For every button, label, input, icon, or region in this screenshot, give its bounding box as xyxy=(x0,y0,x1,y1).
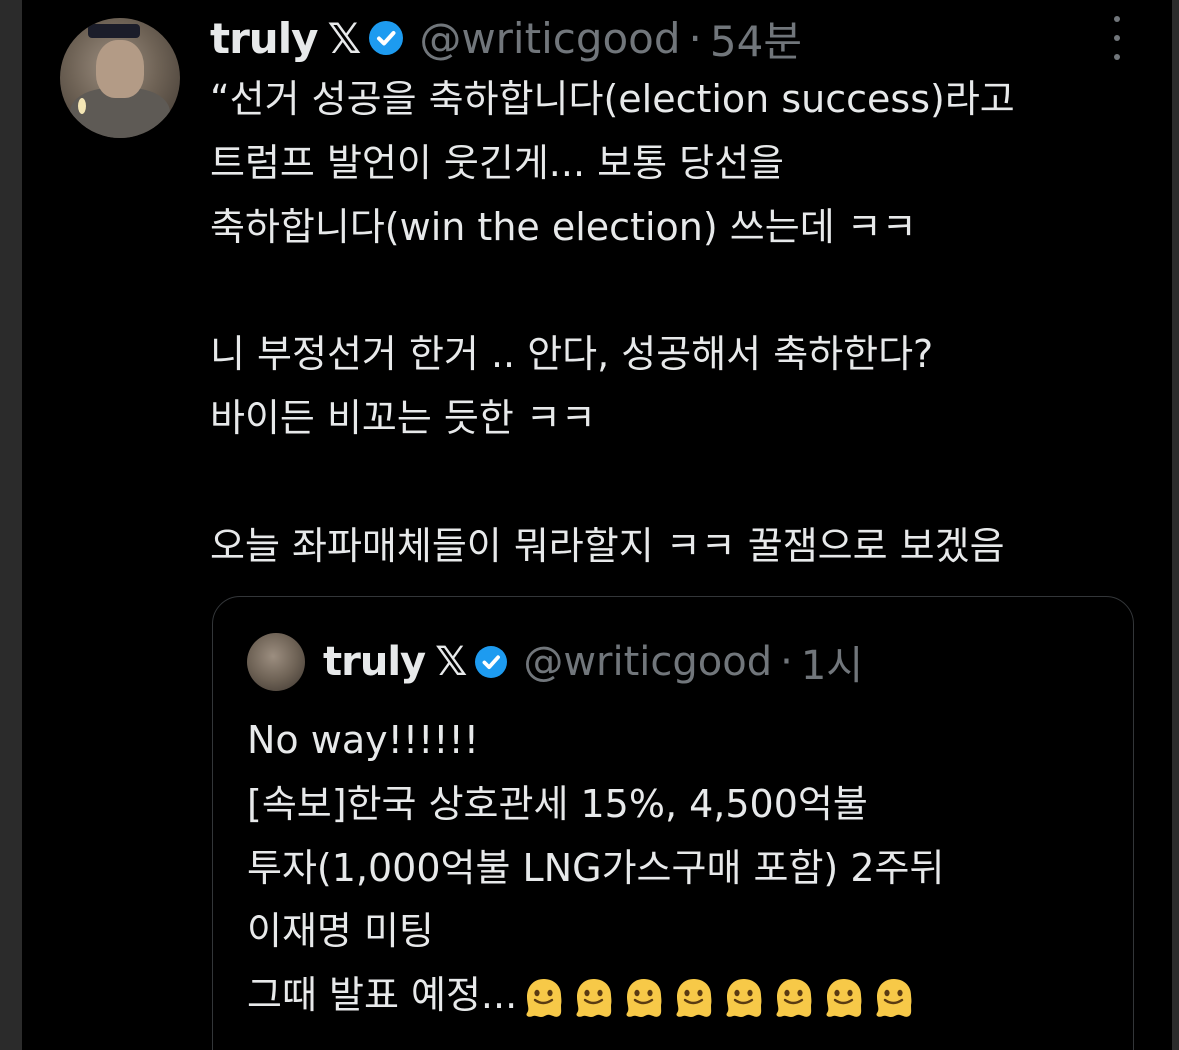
quoted-line: 그때 발표 예정... xyxy=(247,973,518,1018)
avatar-candle xyxy=(78,98,86,114)
separator-dot: · xyxy=(780,639,793,685)
quoted-display-name: truly xyxy=(323,639,426,685)
melting-face-icon xyxy=(821,975,867,1021)
quoted-tweet[interactable]: truly 𝕏 @writicgood · 1시 No way!!!!!! [속… xyxy=(212,596,1134,1050)
tweet-line: 니 부정선거 한거 .. 안다, 성공해서 축하한다? xyxy=(210,332,934,377)
tweet-line: 트럼프 발언이 웃긴게... 보통 당선을 xyxy=(210,140,784,185)
melting-face-icon xyxy=(721,975,767,1021)
tweet-line: “선거 성공을 축하합니다(election success)라고 xyxy=(210,77,1015,121)
verified-badge-icon xyxy=(475,646,508,678)
quoted-text: No way!!!!!! [속보]한국 상호관세 15%, 4,500억불 투자… xyxy=(247,709,1107,1028)
more-options-icon[interactable] xyxy=(1112,16,1122,60)
avatar-face xyxy=(96,40,144,98)
quoted-timestamp: 1시 xyxy=(800,643,864,689)
tweet-line: 바이든 비꼬는 듯한 ㅋㅋ xyxy=(210,395,596,440)
avatar-headband xyxy=(88,24,140,38)
melting-face-icon xyxy=(621,975,667,1021)
quoted-line: No way!!!!!! xyxy=(247,718,480,762)
handle[interactable]: @writicgood xyxy=(419,14,680,63)
quoted-line: 투자(1,000억불 LNG가스구매 포함) 2주뒤 xyxy=(247,845,945,890)
verified-badge-icon xyxy=(369,21,404,55)
x-logo-icon: 𝕏 xyxy=(435,639,468,685)
tweet-header: truly 𝕏 @writicgood · 54분 xyxy=(210,10,802,66)
tweet-card[interactable]: truly 𝕏 @writicgood · 54분 “선거 성공을 축하합니다(… xyxy=(22,0,1172,1050)
quoted-line: 이재명 미팅 xyxy=(247,909,434,954)
tweet-text: “선거 성공을 축하합니다(election success)라고 트럼프 발언… xyxy=(210,68,1160,578)
quoted-header: truly 𝕏 @writicgood · 1시 xyxy=(323,631,863,693)
emoji-row xyxy=(517,973,917,1017)
melting-face-icon xyxy=(871,975,917,1021)
separator-dot: · xyxy=(688,13,702,63)
melting-face-icon xyxy=(671,975,717,1021)
tweet-line: 오늘 좌파매체들이 뭐라할지 ㅋㅋ 꿀잼으로 보겠음 xyxy=(210,523,1005,568)
melting-face-icon xyxy=(571,975,617,1021)
timestamp[interactable]: 54분 xyxy=(710,8,802,69)
melting-face-icon xyxy=(521,975,567,1021)
melting-face-icon xyxy=(771,975,817,1021)
quoted-avatar xyxy=(247,633,305,691)
avatar[interactable] xyxy=(60,18,180,138)
quoted-line: [속보]한국 상호관세 15%, 4,500억불 xyxy=(247,781,868,826)
x-logo-icon: 𝕏 xyxy=(327,13,362,63)
quoted-last-line: 그때 발표 예정... xyxy=(247,964,1107,1028)
quoted-handle: @writicgood xyxy=(523,639,773,685)
display-name[interactable]: truly xyxy=(210,14,318,63)
tweet-line: 축하합니다(win the election) 쓰는데 ㅋㅋ xyxy=(210,204,917,249)
